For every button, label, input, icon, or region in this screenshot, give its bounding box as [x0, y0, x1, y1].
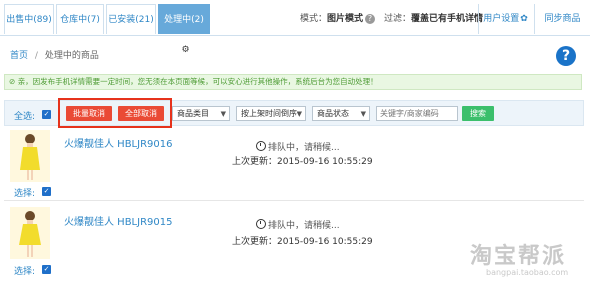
tab-installed[interactable]: 已安装(21): [106, 4, 156, 34]
filter-label: 过滤：: [384, 14, 412, 24]
watermark-logo: 淘宝帮派: [470, 238, 566, 270]
product-status-text: 排队中，请稍候...: [268, 143, 340, 153]
search-button-label: 搜索: [470, 109, 486, 118]
chevron-down-icon: ▼: [360, 110, 366, 118]
product-last-update: 上次更新：2015-09-16 10:55:29: [232, 234, 373, 247]
tab-warehouse[interactable]: 仓库中(7): [56, 4, 104, 34]
row-select-label: 选择:: [14, 267, 36, 277]
sort-select[interactable]: 按上架时间倒序 ▼: [236, 106, 306, 121]
product-title-text: 火爆靓佳人 HBLJR9015: [64, 217, 173, 228]
batch-cancel-label: 批量取消: [73, 109, 105, 118]
category-select[interactable]: 商品类目 ▼: [172, 106, 230, 121]
product-last-update: 上次更新：2015-09-16 10:55:29: [232, 154, 373, 167]
tab-warehouse-label: 仓库中(7): [60, 15, 100, 25]
row-select: 选择:: [14, 186, 35, 199]
last-update-label: 上次更新：: [232, 237, 278, 247]
tab-bar-divider: [0, 35, 590, 36]
tab-on-sale[interactable]: 出售中(89): [4, 4, 54, 34]
check-circle-icon: ⊘: [9, 77, 16, 86]
watermark-text: 淘宝帮派: [470, 244, 567, 269]
mode-value[interactable]: 图片模式: [327, 14, 363, 24]
chevron-down-icon: ▼: [220, 110, 226, 118]
clock-icon: [256, 141, 266, 151]
status-select[interactable]: 商品状态 ▼: [312, 106, 370, 121]
product-title[interactable]: 火爆靓佳人 HBLJR9015: [64, 213, 172, 228]
last-update-time: 2015-09-16 10:55:29: [277, 237, 373, 247]
search-input[interactable]: 关键字/商家编码: [376, 106, 458, 121]
product-title-text: 火爆靓佳人 HBLJR9016: [64, 139, 173, 150]
tab-processing-label: 处理中(2): [164, 15, 204, 25]
clock-icon: [256, 219, 266, 229]
last-update-time: 2015-09-16 10:55:29: [277, 157, 373, 167]
sort-select-value: 按上架时间倒序: [241, 109, 297, 118]
dress-image-icon: [10, 130, 50, 182]
product-thumbnail[interactable]: [10, 130, 50, 182]
tab-on-sale-label: 出售中(89): [6, 15, 52, 25]
help-icon[interactable]: ?: [556, 46, 576, 66]
category-select-value: 商品类目: [177, 109, 209, 118]
batch-cancel-button[interactable]: 批量取消: [66, 106, 112, 121]
search-placeholder: 关键字/商家编码: [380, 109, 439, 118]
refresh-icon[interactable]: ⚙: [181, 35, 189, 65]
row-select-label: 选择:: [14, 189, 36, 199]
row-divider: [4, 200, 584, 201]
cancel-all-button[interactable]: 全部取消: [118, 106, 164, 121]
gear-icon: ✿: [520, 14, 528, 24]
row-select: 选择:: [14, 264, 35, 277]
watermark-url: bangpai.taobao.com: [486, 268, 568, 277]
info-notice: ⊘ 亲，因发布手机详情需要一定时间，您无须在本页面等候，可以安心进行其他操作，系…: [4, 74, 582, 90]
breadcrumb-current: 处理中的商品: [44, 51, 99, 61]
product-title[interactable]: 火爆靓佳人 HBLJR9016: [64, 135, 172, 150]
breadcrumb-home[interactable]: 首页: [10, 51, 28, 61]
watermark-url-text: bangpai.taobao.com: [486, 268, 569, 277]
product-status-text: 排队中，请稍候...: [268, 221, 340, 231]
user-settings-label: 用户设置: [483, 14, 520, 24]
search-button[interactable]: 搜索: [462, 106, 494, 121]
notice-text: 亲，因发布手机详情需要一定时间，您无须在本页面等候，可以安心进行其他操作，系统后…: [17, 77, 378, 86]
tab-installed-label: 已安装(21): [108, 15, 154, 25]
product-thumbnail[interactable]: [10, 207, 50, 259]
question-icon[interactable]: ?: [365, 13, 376, 24]
sync-products-label: 同步商品: [544, 14, 581, 24]
filter-value[interactable]: 覆盖已有手机详情: [411, 14, 483, 24]
product-status: 排队中，请稍候...: [256, 140, 340, 153]
chevron-down-icon: ▼: [296, 110, 302, 118]
sync-products-button[interactable]: 同步商品: [534, 4, 590, 34]
last-update-label: 上次更新：: [232, 157, 278, 167]
select-all: 全选:: [14, 109, 35, 122]
status-select-value: 商品状态: [317, 109, 349, 118]
mode-indicator: 模式：图片模式?: [300, 11, 376, 24]
breadcrumb-separator: /: [34, 51, 38, 61]
select-all-checkbox[interactable]: ✓: [42, 110, 51, 119]
cancel-all-label: 全部取消: [125, 109, 157, 118]
product-status: 排队中，请稍候...: [256, 218, 340, 231]
mode-label: 模式：: [300, 14, 328, 24]
row-checkbox[interactable]: ✓: [42, 265, 51, 274]
select-all-label: 全选:: [14, 112, 36, 122]
dress-image-icon: [10, 207, 50, 259]
user-settings-button[interactable]: 用户设置✿: [478, 4, 532, 34]
breadcrumb: 首页 / 处理中的商品: [10, 48, 99, 61]
filter-indicator: 过滤：覆盖已有手机详情: [384, 11, 483, 24]
row-checkbox[interactable]: ✓: [42, 187, 51, 196]
tab-processing[interactable]: 处理中(2)⚙: [158, 4, 210, 55]
